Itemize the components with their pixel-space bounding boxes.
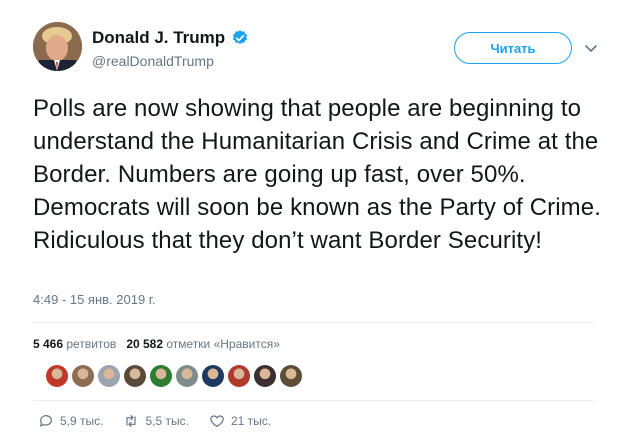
like-button[interactable]: 21 тыс.: [209, 413, 271, 429]
reply-button[interactable]: 5,9 тыс.: [38, 413, 103, 429]
author-handle[interactable]: @realDonaldTrump: [92, 52, 214, 70]
author-avatar[interactable]: [33, 22, 82, 71]
follow-button[interactable]: Читать: [454, 32, 572, 64]
tweet-stats: 5 466 ретвитов 20 582 отметки «Нравится»: [33, 337, 280, 351]
liker-avatar[interactable]: [124, 365, 146, 387]
likers-avatars: [46, 365, 302, 387]
liker-avatar[interactable]: [228, 365, 250, 387]
heart-icon: [210, 415, 224, 427]
retweets-label: ретвитов: [66, 337, 117, 351]
liker-avatar[interactable]: [72, 365, 94, 387]
author-name[interactable]: Donald J. Trump: [92, 28, 225, 48]
tweet-timestamp[interactable]: 4:49 - 15 янв. 2019 г.: [33, 292, 156, 307]
tweet-text: Polls are now showing that people are be…: [33, 95, 601, 254]
liker-avatar[interactable]: [176, 365, 198, 387]
retweets-count: 5 466: [33, 337, 64, 351]
liker-avatar[interactable]: [150, 365, 172, 387]
liker-avatar[interactable]: [254, 365, 276, 387]
chevron-down-icon[interactable]: [581, 38, 601, 58]
likes-count: 20 582: [126, 337, 164, 351]
tweet-header: Donald J. Trump @realDonaldTrump Читать: [33, 22, 603, 78]
divider: [33, 322, 593, 323]
liker-avatar[interactable]: [46, 365, 68, 387]
divider: [33, 400, 593, 401]
like-count: 21 тыс.: [230, 414, 272, 428]
liker-avatar[interactable]: [98, 365, 120, 387]
reply-icon: [40, 415, 52, 427]
liker-avatar[interactable]: [280, 365, 302, 387]
tweet-actions: 5,9 тыс. 5,5 тыс. 21 тыс.: [38, 413, 291, 429]
author-name-row: Donald J. Trump: [92, 28, 249, 48]
retweet-icon: [126, 415, 137, 427]
reply-count: 5,9 тыс.: [60, 414, 104, 428]
likes-stat[interactable]: 20 582 отметки «Нравится»: [126, 337, 280, 351]
retweets-stat[interactable]: 5 466 ретвитов: [33, 337, 116, 351]
retweet-count: 5,5 тыс.: [145, 414, 189, 428]
likes-label: отметки «Нравится»: [166, 337, 280, 351]
verified-badge-icon: [233, 30, 248, 45]
retweet-button[interactable]: 5,5 тыс.: [123, 413, 189, 429]
liker-avatar[interactable]: [202, 365, 224, 387]
